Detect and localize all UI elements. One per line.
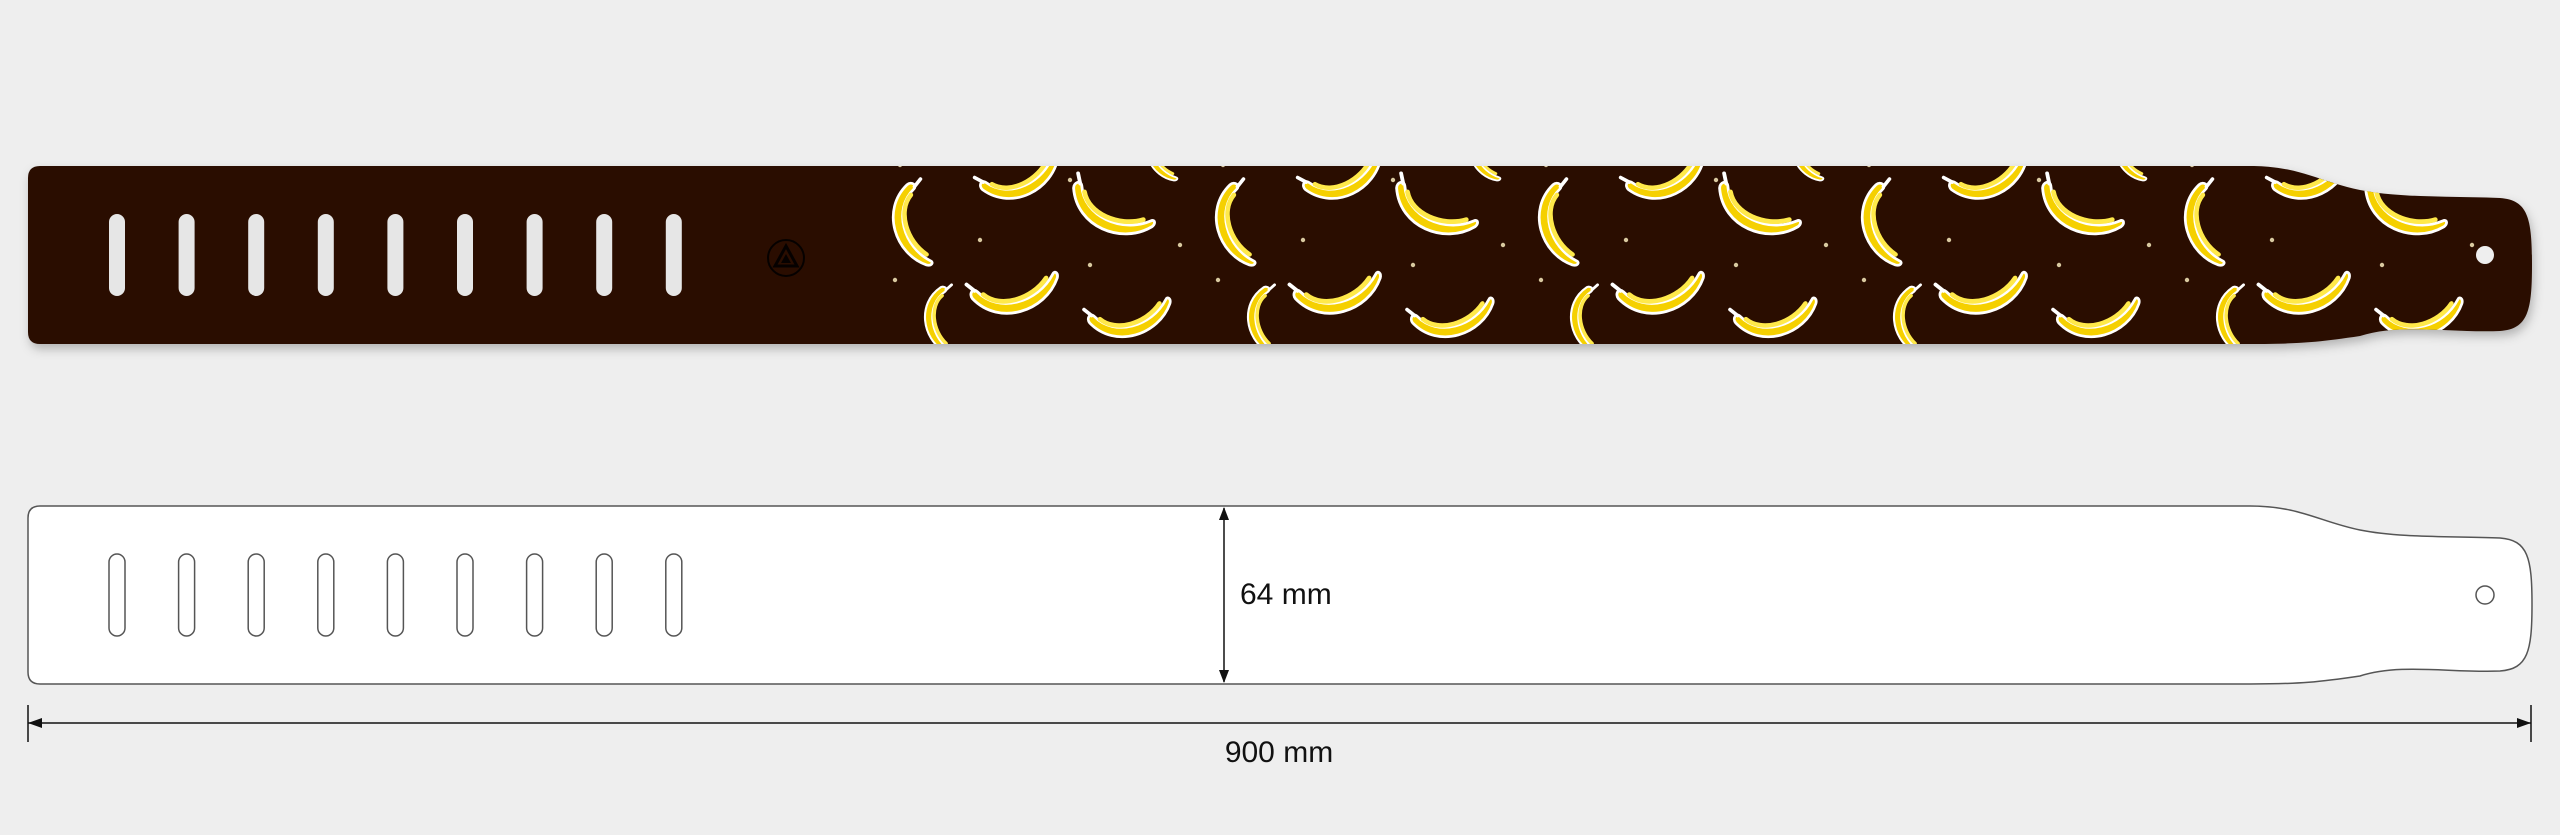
sparkle-dot — [977, 237, 983, 243]
strap-slot — [525, 553, 544, 637]
width-label: 64 mm — [1240, 578, 1332, 611]
strap-slot — [457, 214, 473, 296]
sparkle-dot — [1500, 242, 1506, 248]
sparkle-dot — [1543, 166, 1549, 168]
strap-slot — [108, 553, 126, 637]
printed-strap — [28, 166, 2532, 344]
sparkle-dot — [1538, 277, 1544, 283]
strap-slot — [595, 553, 613, 637]
strap-slot — [317, 214, 334, 296]
sparkle-dot — [1861, 277, 1867, 283]
sparkle-dot — [1866, 166, 1872, 168]
sparkle-dot — [2184, 277, 2190, 283]
outline-end-hole — [2475, 585, 2495, 605]
outline-slots — [108, 553, 683, 637]
sparkle-dot — [1177, 242, 1183, 248]
sparkle-dot — [1215, 277, 1221, 283]
sparkle-dot — [1733, 262, 1739, 268]
strap-slot — [665, 214, 682, 296]
strap-slot — [178, 214, 195, 296]
strap-slot — [177, 553, 196, 637]
sparkle-dot — [892, 277, 898, 283]
strap-slot — [317, 553, 335, 637]
sparkle-dot — [2036, 177, 2042, 183]
sparkle-dot — [2469, 242, 2475, 248]
sparkle-dot — [2189, 166, 2195, 168]
strap-slot — [596, 214, 613, 296]
strap-slot — [109, 214, 125, 296]
sparkle-dot — [1623, 237, 1629, 243]
strap-end-hole — [2476, 246, 2494, 264]
sparkle-dot — [897, 166, 903, 168]
sparkle-dot — [1823, 242, 1829, 248]
banana-icon — [2424, 166, 2488, 188]
sparkle-dot — [2379, 262, 2385, 268]
strap-body — [28, 166, 2532, 344]
sparkle-dot — [2056, 262, 2062, 268]
sparkle-dot — [2269, 237, 2275, 243]
sparkle-dot — [1300, 237, 1306, 243]
sparkle-dot — [1067, 177, 1073, 183]
length-label: 900 mm — [1225, 736, 1333, 769]
sparkle-dot — [1410, 262, 1416, 268]
guitar-strap-diagram: 64 mm 900 mm — [27, 166, 2533, 769]
sparkle-dot — [1390, 177, 1396, 183]
strap-slot — [386, 553, 405, 637]
sparkle-dot — [1087, 262, 1093, 268]
strap-slot — [247, 553, 265, 637]
sparkle-dot — [1946, 237, 1952, 243]
sparkle-dot — [1220, 166, 1226, 168]
sparkle-dot — [2359, 177, 2365, 183]
strap-slot — [387, 214, 404, 296]
strap-slot — [248, 214, 265, 296]
strap-slot — [526, 214, 543, 296]
strap-slot — [456, 553, 474, 637]
strap-slot — [665, 553, 683, 637]
sparkle-dot — [1713, 177, 1719, 183]
sparkle-dot — [2146, 242, 2152, 248]
